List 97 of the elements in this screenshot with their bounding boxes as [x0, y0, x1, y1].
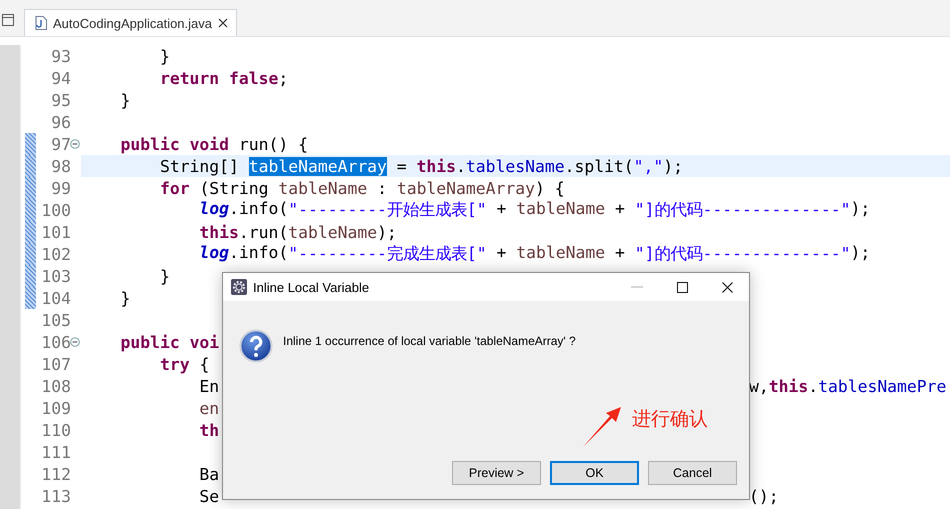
code-text: voi: [190, 332, 220, 352]
code-text: +: [496, 199, 508, 220]
dialog-title: Inline Local Variable: [253, 280, 370, 294]
code-text: try: [160, 354, 190, 374]
code-text: );: [850, 199, 870, 220]
line-number: 101: [40, 222, 71, 242]
line-number: 102: [40, 244, 71, 264]
line-number: 97: [50, 134, 71, 154]
code-text: void: [190, 134, 230, 154]
collapse-icon[interactable]: [70, 139, 80, 149]
line-number: 108: [40, 376, 71, 396]
code-text: Ba: [199, 464, 220, 484]
code-text: .: [808, 376, 818, 396]
code-text: +: [496, 243, 508, 264]
code-text: }: [120, 90, 130, 110]
code-text: public: [120, 134, 181, 154]
line-number: 98: [50, 156, 71, 176]
code-text: th: [199, 420, 220, 440]
gear-icon: [231, 279, 247, 295]
line-number: 103: [40, 266, 71, 286]
annotation-text: 进行确认: [632, 407, 708, 432]
code-text: this: [416, 156, 456, 176]
code-text: "---------开始生成表[": [288, 199, 487, 221]
code-text: tableName: [516, 199, 606, 220]
line-number: 99: [50, 178, 71, 198]
close-icon[interactable]: [218, 18, 228, 28]
code-text: En: [199, 376, 220, 396]
code-text: tableName: [278, 178, 368, 198]
code-text: :: [377, 178, 388, 198]
code-text: +: [614, 243, 626, 264]
code-text: tableName: [516, 243, 606, 264]
code-text: "]的代码--------------": [634, 199, 850, 221]
code-text: }: [120, 288, 130, 308]
line-number: 112: [40, 464, 71, 484]
line-number: 110: [40, 420, 71, 440]
line-number: 109: [40, 398, 71, 418]
code-text: run() {: [238, 134, 308, 154]
line-number: 106: [40, 332, 71, 352]
code-text: );: [377, 222, 397, 242]
code-text: tableNameArray: [396, 178, 535, 198]
code-text: );: [850, 243, 870, 264]
code-text: =: [396, 156, 408, 176]
selected-text: tableNameArray: [248, 156, 387, 176]
code-text: "]的代码--------------": [634, 243, 850, 265]
close-icon[interactable]: [722, 282, 733, 292]
line-number: 113: [40, 486, 71, 506]
code-text: public: [120, 332, 181, 352]
restore-view-icon[interactable]: [2, 14, 14, 26]
code-text: .run(: [238, 222, 288, 242]
java-file-icon: [35, 16, 47, 30]
code-text: .info(: [229, 199, 288, 220]
code-text: Se: [199, 486, 220, 506]
code-text: this: [199, 222, 239, 242]
code-text: String[]: [160, 156, 240, 176]
line-number: 93: [50, 46, 71, 66]
code-text: for: [160, 178, 190, 198]
code-text: .info(: [229, 243, 288, 264]
line-number: 104: [40, 288, 71, 308]
code-text: ) {: [534, 178, 565, 198]
code-text: .: [456, 156, 466, 176]
maximize-icon[interactable]: [677, 282, 688, 292]
line-number: 100: [40, 200, 71, 220]
line-number: 96: [50, 112, 71, 132]
code-text: }: [160, 266, 170, 286]
code-text: false: [229, 68, 278, 88]
code-text: tableName: [288, 222, 378, 242]
collapse-icon[interactable]: [70, 337, 80, 347]
code-text: {: [199, 354, 210, 374]
line-number: 107: [40, 354, 71, 374]
code-text: log: [199, 243, 230, 264]
line-number: 105: [40, 310, 71, 330]
code-text: }: [160, 46, 170, 66]
annotation-arrow: [582, 406, 622, 448]
line-number: 95: [50, 90, 71, 110]
line-number: 94: [50, 68, 71, 88]
code-text: log: [199, 199, 230, 220]
code-text: "---------完成生成表[": [288, 243, 487, 265]
code-text: ;: [278, 68, 288, 88]
code-text: return: [160, 68, 220, 88]
code-text: en: [199, 398, 220, 418]
code-text: ();: [749, 486, 779, 506]
code-text: w,: [749, 376, 769, 396]
code-text: tablesName: [466, 156, 565, 176]
dialog-message: Inline 1 occurrence of local variable 'tableNameArray' ?: [283, 334, 576, 348]
editor-tab[interactable]: AutoCodingApplication.java: [24, 9, 237, 36]
code-text: ",": [634, 156, 664, 176]
code-text: );: [663, 156, 684, 176]
dialog-button[interactable]: Preview >: [452, 461, 541, 485]
code-text: (String: [199, 178, 270, 198]
code-text: tablesNamePre: [818, 376, 946, 396]
dialog-button[interactable]: Cancel: [648, 461, 737, 485]
code-text: this: [768, 376, 808, 396]
line-number: 111: [40, 442, 71, 462]
question-icon: [239, 329, 273, 363]
code-text: +: [614, 199, 626, 220]
dialog-button[interactable]: OK: [550, 461, 639, 485]
code-text: .split(: [564, 156, 634, 176]
